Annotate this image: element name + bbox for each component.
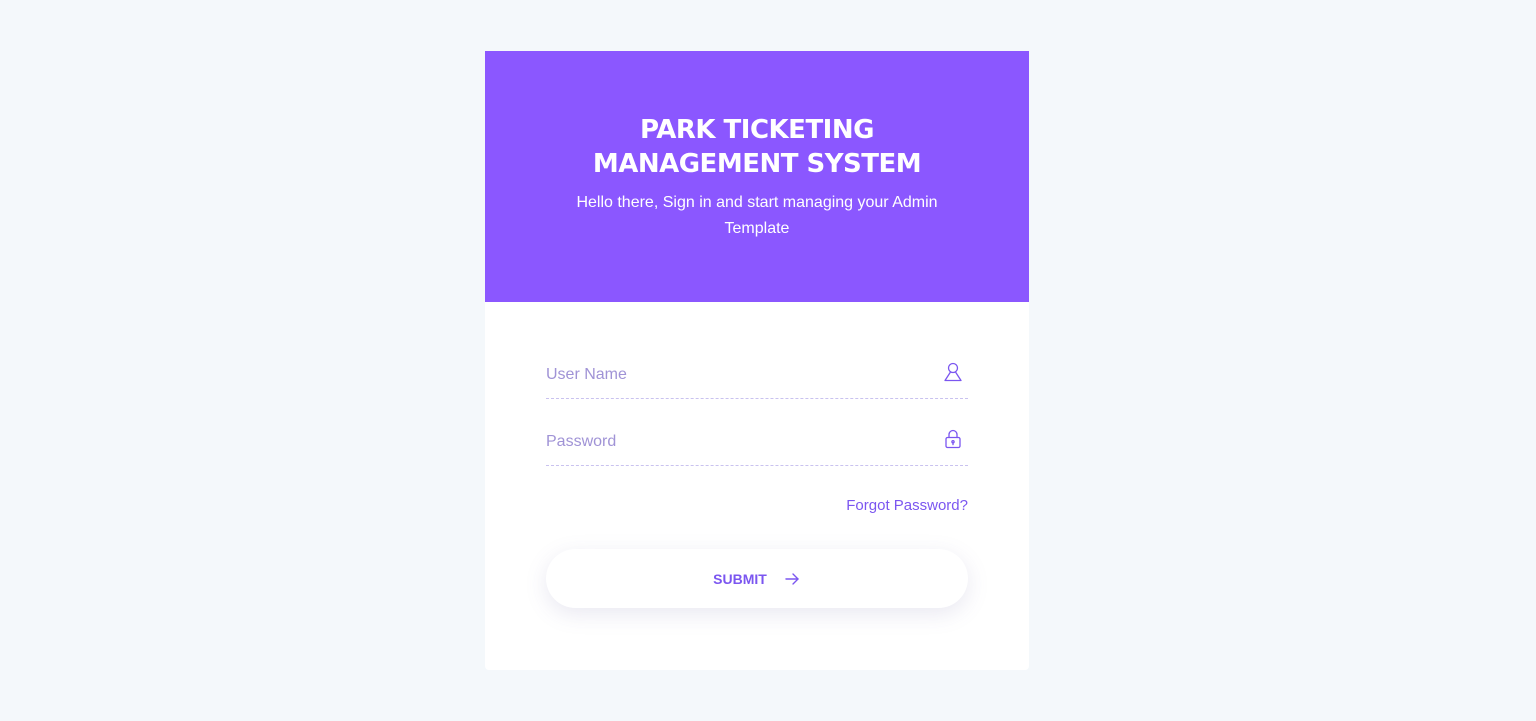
password-input[interactable] bbox=[546, 429, 926, 455]
password-field bbox=[546, 419, 968, 466]
page-title-line1: PARK TICKETING bbox=[640, 115, 874, 145]
forgot-password-link[interactable]: Forgot Password? bbox=[846, 497, 968, 514]
username-input[interactable] bbox=[546, 362, 926, 388]
login-header: PARK TICKETING MANAGEMENT SYSTEM Hello t… bbox=[485, 51, 1029, 302]
page-subtitle: Hello there, Sign in and start managing … bbox=[576, 194, 938, 237]
username-field bbox=[546, 352, 968, 399]
user-icon bbox=[942, 361, 964, 383]
arrow-right-icon bbox=[783, 570, 801, 588]
submit-button[interactable]: SUBMIT bbox=[546, 549, 968, 608]
lock-icon bbox=[942, 428, 964, 450]
submit-label: SUBMIT bbox=[713, 570, 767, 587]
page-title: PARK TICKETING MANAGEMENT SYSTEM bbox=[485, 113, 1029, 181]
login-card: PARK TICKETING MANAGEMENT SYSTEM Hello t… bbox=[485, 51, 1029, 670]
page-title-line2: MANAGEMENT SYSTEM bbox=[592, 149, 922, 179]
